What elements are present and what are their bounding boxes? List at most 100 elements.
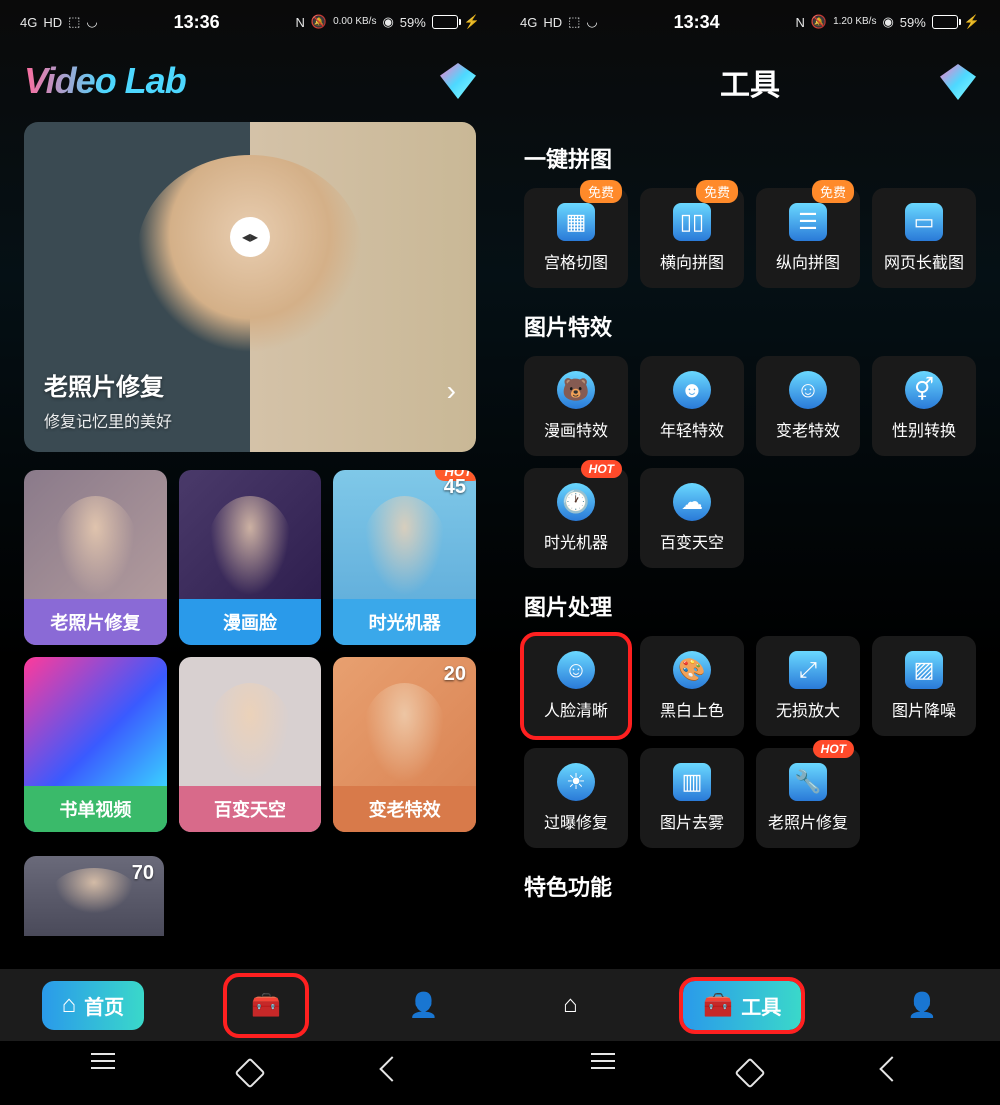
- columns-icon: ▯▯: [673, 203, 711, 241]
- tool-horizontal-collage[interactable]: 免费 ▯▯ 横向拼图: [640, 188, 744, 288]
- tool-vertical-collage[interactable]: 免费 ☰ 纵向拼图: [756, 188, 860, 288]
- card-number: 45: [444, 476, 466, 499]
- nav-home[interactable]: ⌂ 首页: [42, 981, 145, 1030]
- chevron-right-icon[interactable]: ›: [447, 375, 456, 407]
- young-icon: ☻: [673, 371, 711, 409]
- bottom-nav: ⌂ 🧰 工具 👤: [500, 969, 1000, 1041]
- recent-apps-button[interactable]: [591, 1060, 617, 1086]
- battery-icon: [932, 15, 958, 29]
- network-icon: 4G: [520, 15, 537, 30]
- hot-badge: HOT: [813, 740, 854, 758]
- old-icon: ☺: [789, 371, 827, 409]
- card-time-machine[interactable]: HOT 45 时光机器: [333, 470, 476, 645]
- charging-icon: ⚡: [964, 14, 980, 30]
- face-icon: ☺: [557, 651, 595, 689]
- nav-home[interactable]: ⌂: [543, 981, 598, 1029]
- home-button[interactable]: [734, 1057, 765, 1088]
- network-icon: 4G: [20, 15, 37, 30]
- tool-dehaze[interactable]: ▥ 图片去雾: [640, 748, 744, 848]
- tool-sky-change[interactable]: ☁ 百变天空: [640, 468, 744, 568]
- clock-icon: 🕐: [557, 483, 595, 521]
- cloud-icon: ☁: [673, 483, 711, 521]
- status-bar: 4G HD ⬚ ◡ 13:34 N 🔕 1.20 KB/s ◉ 59% ⚡: [500, 0, 1000, 44]
- mute-icon: 🔕: [311, 14, 327, 30]
- tool-old-photo-repair[interactable]: HOT 🔧 老照片修复: [756, 748, 860, 848]
- rows-icon: ☰: [789, 203, 827, 241]
- compare-slider-icon[interactable]: ◂▸: [230, 217, 270, 257]
- bear-icon: 🐻: [557, 371, 595, 409]
- screen-home: 4G HD ⬚ ◡ 13:36 N 🔕 0.00 KB/s ◉ 59% ⚡ Vi…: [0, 0, 500, 1105]
- tool-gender-swap[interactable]: ⚥ 性别转换: [872, 356, 976, 456]
- hd-icon: HD: [43, 15, 62, 30]
- tool-long-screenshot[interactable]: ▭ 网页长截图: [872, 188, 976, 288]
- tool-grid-cut[interactable]: 免费 ▦ 宫格切图: [524, 188, 628, 288]
- tool-exposure-fix[interactable]: ☀ 过曝修复: [524, 748, 628, 848]
- app-icon-1: ⬚: [568, 14, 580, 30]
- back-button[interactable]: [883, 1060, 909, 1086]
- hero-subtitle: 修复记忆里的美好: [44, 408, 416, 432]
- speed: 1.20 KB/s: [833, 17, 876, 27]
- tool-young-effect[interactable]: ☻ 年轻特效: [640, 356, 744, 456]
- home-icon: ⌂: [563, 991, 578, 1019]
- hd-icon: HD: [543, 15, 562, 30]
- nav-profile[interactable]: 👤: [887, 981, 957, 1030]
- tool-denoise[interactable]: ▨ 图片降噪: [872, 636, 976, 736]
- speed: 0.00 KB/s: [333, 17, 376, 27]
- status-bar: 4G HD ⬚ ◡ 13:36 N 🔕 0.00 KB/s ◉ 59% ⚡: [0, 0, 500, 44]
- exposure-icon: ☀: [557, 763, 595, 801]
- nav-profile[interactable]: 👤: [388, 981, 458, 1030]
- back-button[interactable]: [383, 1060, 409, 1086]
- header: 工具: [500, 44, 1000, 124]
- card-sky[interactable]: 百变天空: [179, 657, 322, 832]
- clock: 13:34: [674, 12, 720, 33]
- card-old-photo[interactable]: 老照片修复: [24, 470, 167, 645]
- clock: 13:36: [174, 12, 220, 33]
- hero-title: 老照片修复: [44, 367, 416, 402]
- battery-icon: [432, 15, 458, 29]
- hero-card[interactable]: ◂▸ 老照片修复 修复记忆里的美好 ›: [24, 122, 476, 452]
- section-effects-title: 图片特效: [500, 292, 1000, 352]
- tool-comic-effect[interactable]: 🐻 漫画特效: [524, 356, 628, 456]
- nfc-icon: N: [296, 15, 305, 30]
- tool-face-clear[interactable]: ☺ 人脸清晰: [524, 636, 628, 736]
- home-icon: ⌂: [62, 991, 77, 1019]
- app-icon-1: ⬚: [68, 14, 80, 30]
- app-title: Video Lab: [24, 60, 186, 102]
- home-button[interactable]: [234, 1057, 265, 1088]
- tool-time-machine[interactable]: HOT 🕐 时光机器: [524, 468, 628, 568]
- nfc-icon: N: [796, 15, 805, 30]
- card-booklist-video[interactable]: 书单视频: [24, 657, 167, 832]
- mute-icon: 🔕: [811, 14, 827, 30]
- gender-icon: ⚥: [905, 371, 943, 409]
- tool-upscale[interactable]: ⤢ 无损放大: [756, 636, 860, 736]
- system-nav: [0, 1041, 500, 1105]
- repair-icon: 🔧: [789, 763, 827, 801]
- card-aging[interactable]: 20 变老特效: [333, 657, 476, 832]
- vip-diamond-icon[interactable]: [440, 63, 476, 99]
- nav-tools[interactable]: 🧰 工具: [683, 981, 801, 1030]
- wifi-icon: ◉: [382, 14, 393, 30]
- free-badge: 免费: [696, 180, 738, 203]
- card-number: 20: [444, 663, 466, 686]
- wifi-icon: ◉: [882, 14, 893, 30]
- tool-colorize[interactable]: 🎨 黑白上色: [640, 636, 744, 736]
- vip-diamond-icon[interactable]: [940, 64, 976, 100]
- grid-icon: ▦: [557, 203, 595, 241]
- card-partial[interactable]: 70: [24, 856, 164, 936]
- recent-apps-button[interactable]: [91, 1060, 117, 1086]
- section-special-title: 特色功能: [500, 852, 1000, 912]
- section-collage-title: 一键拼图: [500, 124, 1000, 184]
- bottom-nav: ⌂ 首页 🧰 👤: [0, 969, 500, 1041]
- header: Video Lab: [0, 44, 500, 122]
- palette-icon: 🎨: [673, 651, 711, 689]
- app-icon-2: ◡: [586, 14, 597, 30]
- toolbox-icon: 🧰: [703, 991, 733, 1020]
- toolbox-icon: 🧰: [251, 991, 281, 1020]
- card-comic-face[interactable]: 漫画脸: [179, 470, 322, 645]
- profile-icon: 👤: [408, 991, 438, 1020]
- screen-tools: 4G HD ⬚ ◡ 13:34 N 🔕 1.20 KB/s ◉ 59% ⚡ 工具…: [500, 0, 1000, 1105]
- battery-pct: 59%: [400, 15, 426, 30]
- tool-old-effect[interactable]: ☺ 变老特效: [756, 356, 860, 456]
- nav-tools[interactable]: 🧰: [227, 977, 305, 1034]
- battery-pct: 59%: [900, 15, 926, 30]
